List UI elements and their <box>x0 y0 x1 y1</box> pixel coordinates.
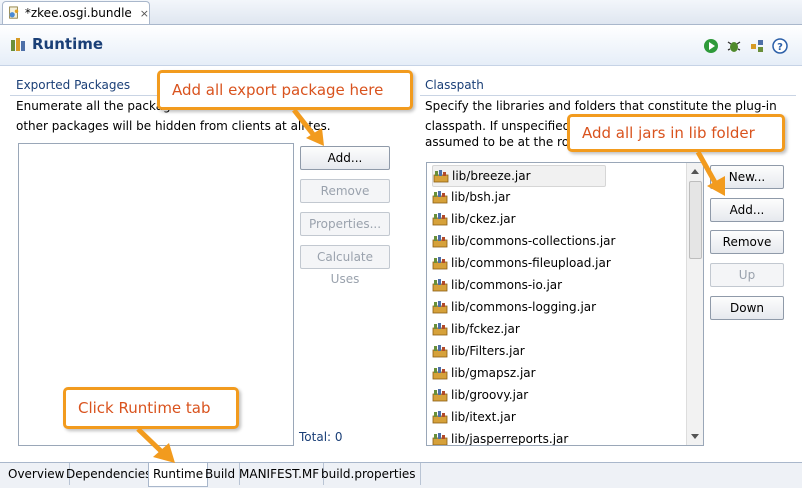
classpath-item-label: lib/fckez.jar <box>451 322 520 336</box>
classpath-item[interactable]: lib/commons-fileupload.jar <box>432 253 611 273</box>
tab-dependencies[interactable]: Dependencies <box>62 463 157 485</box>
classpath-item[interactable]: lib/itext.jar <box>432 407 516 427</box>
exported-desc-line1: Enumerate all the packag <box>16 99 171 113</box>
classpath-item-label: lib/commons-fileupload.jar <box>451 256 611 270</box>
page-title: Runtime <box>32 35 104 53</box>
classpath-item[interactable]: lib/jasperreports.jar <box>432 429 569 446</box>
jar-icon <box>432 389 448 402</box>
classpath-item[interactable]: lib/commons-logging.jar <box>432 297 596 317</box>
exported-packages-title: Exported Packages <box>16 78 131 92</box>
classpath-item-label: lib/gmapsz.jar <box>451 366 536 380</box>
classpath-item[interactable]: lib/commons-io.jar <box>432 275 562 295</box>
jar-icon <box>432 213 448 226</box>
callout-jars: Add all jars in lib folder <box>567 114 785 152</box>
tab-runtime[interactable]: Runtime <box>148 463 209 487</box>
classpath-desc-line1: Specify the libraries and folders that c… <box>425 99 777 113</box>
classpath-item[interactable]: lib/breeze.jar <box>432 165 606 187</box>
editor-page-tabs: Overview Dependencies Runtime Build MANI… <box>0 462 802 488</box>
classpath-item-label: lib/commons-io.jar <box>451 278 563 292</box>
callout-arrow <box>292 108 324 146</box>
classpath-item-label: lib/jasperreports.jar <box>451 432 569 446</box>
exported-desc-line2: other packages will be hidden from clien… <box>16 119 331 133</box>
classpath-item[interactable]: lib/bsh.jar <box>432 187 510 207</box>
classpath-item[interactable]: lib/Filters.jar <box>432 341 525 361</box>
jar-icon <box>432 279 448 292</box>
classpath-item[interactable]: lib/ckez.jar <box>432 209 516 229</box>
classpath-item[interactable]: lib/gmapsz.jar <box>432 363 536 383</box>
tab-overview[interactable]: Overview <box>4 463 70 485</box>
runtime-icon <box>11 38 25 51</box>
tab-manifest[interactable]: MANIFEST.MF <box>235 463 325 485</box>
classpath-item-label: lib/itext.jar <box>451 410 516 424</box>
classpath-title: Classpath <box>425 78 484 92</box>
classpath-item[interactable]: lib/groovy.jar <box>432 385 528 405</box>
callout-export-package: Add all export package here <box>157 70 413 110</box>
editor-tab-bar: *zkee.osgi.bundle × <box>0 0 802 25</box>
jar-icon <box>432 257 448 270</box>
classpath-item-label: lib/commons-collections.jar <box>451 234 616 248</box>
callout-arrow <box>695 150 725 196</box>
down-button[interactable]: Down <box>710 296 784 320</box>
jar-icon <box>432 301 448 314</box>
classpath-item-label: lib/Filters.jar <box>451 344 525 358</box>
classpath-list[interactable]: lib/breeze.jar lib/bsh.jar lib/ckez.jar lib… <box>426 162 704 446</box>
classpath-item-label: lib/commons-logging.jar <box>451 300 597 314</box>
total-count: Total: 0 <box>299 430 343 444</box>
classpath-item-label: lib/groovy.jar <box>451 388 529 402</box>
close-icon[interactable]: × <box>140 7 149 20</box>
classpath-item-label: lib/bsh.jar <box>451 190 511 204</box>
manifest-file-icon <box>9 6 19 19</box>
jar-icon <box>432 411 448 424</box>
export-wizard-icon[interactable] <box>749 38 765 54</box>
calculate-uses-button[interactable]: Calculate Uses <box>300 245 390 286</box>
properties-button[interactable]: Properties... <box>300 212 390 236</box>
callout-arrow <box>136 427 175 463</box>
callout-runtime-tab: Click Runtime tab <box>63 387 239 429</box>
debug-icon[interactable] <box>726 38 742 54</box>
jar-icon <box>432 433 448 445</box>
up-button[interactable]: Up <box>710 263 784 287</box>
classpath-item-label: lib/breeze.jar <box>452 169 531 183</box>
svg-text:?: ? <box>777 42 783 53</box>
classpath-item[interactable]: lib/commons-collections.jar <box>432 231 615 251</box>
jar-icon <box>433 170 449 183</box>
editor-tab-title: *zkee.osgi.bundle <box>24 6 132 20</box>
jar-icon <box>432 191 448 204</box>
classpath-scrollbar[interactable] <box>686 163 703 445</box>
form-header: Runtime ? <box>0 25 802 66</box>
run-icon[interactable] <box>703 38 719 54</box>
add-classpath-button[interactable]: Add... <box>710 198 784 222</box>
jar-icon <box>432 235 448 248</box>
remove-classpath-button[interactable]: Remove <box>710 230 784 254</box>
editor-tab[interactable]: *zkee.osgi.bundle × <box>2 1 150 24</box>
jar-icon <box>432 323 448 336</box>
jar-icon <box>432 367 448 380</box>
classpath-item[interactable]: lib/fckez.jar <box>432 319 520 339</box>
tab-build-properties[interactable]: build.properties <box>317 463 421 485</box>
scroll-down-icon[interactable] <box>690 433 700 441</box>
classpath-desc-line3: assumed to be at the roo <box>425 135 577 149</box>
jar-icon <box>432 345 448 358</box>
classpath-item-label: lib/ckez.jar <box>451 212 516 226</box>
remove-export-package-button[interactable]: Remove <box>300 179 390 203</box>
help-icon[interactable]: ? <box>772 38 788 54</box>
